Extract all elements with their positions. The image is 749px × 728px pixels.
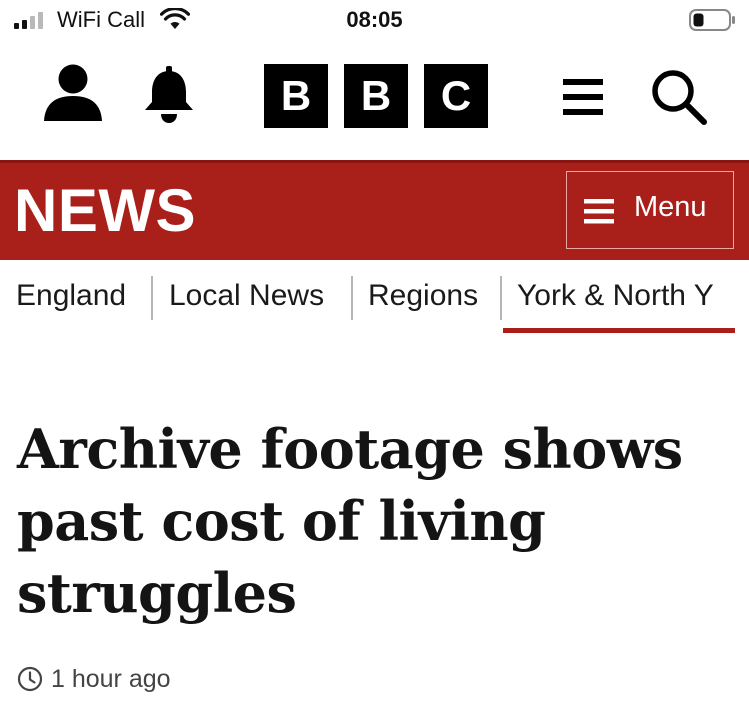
- status-time: 08:05: [346, 7, 403, 32]
- menu-button[interactable]: Menu: [566, 171, 734, 249]
- nav-divider: [500, 276, 502, 320]
- nav-item-england[interactable]: England: [16, 279, 126, 313]
- bbc-logo-letter: C: [424, 64, 488, 128]
- bbc-logo-letter: B: [264, 64, 328, 128]
- search-icon[interactable]: [650, 68, 708, 126]
- hamburger-menu-icon: [584, 199, 614, 224]
- account-icon[interactable]: [43, 64, 103, 122]
- status-bar: WiFi Call 08:05: [0, 0, 749, 42]
- news-banner: NEWS Menu: [0, 160, 749, 260]
- notifications-bell-icon[interactable]: [143, 66, 195, 124]
- menu-button-label: Menu: [634, 191, 707, 223]
- nav-item-york-north-yorkshire[interactable]: York & North Y: [517, 279, 714, 313]
- hamburger-menu-icon[interactable]: [563, 76, 603, 118]
- news-title[interactable]: NEWS: [14, 176, 196, 245]
- bbc-logo[interactable]: B B C: [264, 64, 488, 128]
- article-timestamp: 1 hour ago: [17, 663, 171, 695]
- timestamp-text: 1 hour ago: [51, 664, 171, 693]
- bbc-logo-letter: B: [344, 64, 408, 128]
- nav-item-local-news[interactable]: Local News: [169, 279, 324, 313]
- active-nav-indicator: [503, 328, 735, 333]
- article-headline: Archive footage shows past cost of livin…: [17, 417, 683, 625]
- battery-icon: [689, 9, 735, 31]
- nav-divider: [151, 276, 153, 320]
- bbc-header: B B C: [0, 42, 749, 160]
- nav-item-regions[interactable]: Regions: [368, 279, 478, 313]
- section-navigation: England Local News Regions York & North …: [0, 260, 749, 340]
- nav-divider: [351, 276, 353, 320]
- clock-icon: [17, 666, 43, 692]
